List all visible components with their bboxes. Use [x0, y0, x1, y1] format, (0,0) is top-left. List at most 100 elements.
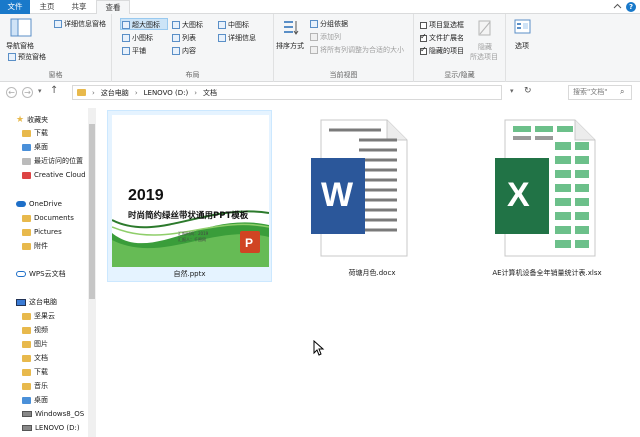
layout-label: 中图标	[228, 21, 249, 29]
details-pane-button[interactable]: 详细信息窗格	[54, 19, 106, 29]
star-icon: ★	[16, 115, 25, 125]
address-bar[interactable]: › 这台电脑 › LENOVO (D:) › 文档	[72, 85, 502, 100]
recent-dropdown-icon[interactable]: ▾	[38, 87, 42, 95]
forward-icon[interactable]: →	[22, 87, 33, 98]
nav-this-pc[interactable]: 这台电脑	[16, 296, 57, 308]
nav-scrollbar-thumb[interactable]	[89, 124, 95, 299]
chevron-up-icon[interactable]	[613, 2, 622, 11]
hide-selected-icon[interactable]	[478, 20, 492, 38]
tab-home[interactable]: 主页	[32, 0, 62, 14]
folder-icon	[77, 89, 86, 96]
nav-item-videos[interactable]: 视频	[22, 324, 48, 336]
layout-label: 平铺	[132, 47, 146, 55]
hide-selected-label-2: 所选项目	[470, 53, 498, 61]
layout-medium-icons[interactable]: 中图标	[218, 20, 249, 30]
tab-file[interactable]: 文件	[0, 0, 30, 14]
nav-label: 文档	[34, 354, 48, 362]
nav-pane-icon[interactable]	[10, 18, 32, 38]
help-icon[interactable]: ?	[626, 2, 636, 12]
address-dropdown-icon[interactable]: ▾	[510, 87, 514, 95]
nav-item-documents-pc[interactable]: 文档	[22, 352, 48, 364]
nav-quick-access[interactable]: ★ 收藏夹	[16, 114, 48, 126]
pptx-thumb-title: 时尚简约绿丝带状通用PPT模板	[128, 211, 249, 221]
nav-pane-button[interactable]: 导航窗格	[6, 41, 34, 51]
layout-large-icons[interactable]: 大图标	[172, 20, 203, 30]
drive-icon	[22, 411, 32, 417]
layout-details[interactable]: 详细信息	[218, 33, 256, 43]
layout-label: 内容	[182, 47, 196, 55]
file-item-pptx[interactable]: P 2019 时尚简约绿丝带状通用PPT模板 汇报时间：2019 汇报人：千图网…	[107, 110, 272, 282]
nav-item-desktop-pc[interactable]: 桌面	[22, 394, 48, 406]
nav-wps-cloud[interactable]: WPS云文档	[16, 268, 66, 280]
pptx-thumb-year: 2019	[128, 187, 164, 204]
up-arrow-icon[interactable]: ↑	[50, 85, 58, 96]
item-checkboxes-toggle[interactable]: 项目复选框	[420, 20, 464, 30]
nav-item-recent[interactable]: 最近访问的位置	[22, 155, 83, 167]
pictures-folder-icon	[22, 340, 31, 348]
nav-item-downloads[interactable]: 下载	[22, 127, 48, 139]
breadcrumb-documents[interactable]: 文档	[203, 88, 217, 98]
ribbon-group-show-hide: 项目复选框 文件扩展名 隐藏的项目 隐藏 所选项目 显示/隐藏	[414, 14, 506, 82]
layout-tiles[interactable]: 平铺	[122, 46, 146, 56]
folder-icon	[22, 242, 31, 250]
nav-item-downloads-pc[interactable]: 下载	[22, 366, 48, 378]
nav-item-attachments[interactable]: 附件	[22, 240, 48, 252]
details-pane-label: 详细信息窗格	[64, 20, 106, 28]
mouse-cursor-icon	[313, 340, 325, 356]
sort-by-button[interactable]: 排序方式	[276, 41, 304, 51]
download-folder-icon	[22, 368, 31, 376]
layout-label: 列表	[182, 34, 196, 42]
nav-label: 音乐	[34, 382, 48, 390]
nav-item-pictures[interactable]: Pictures	[22, 226, 62, 238]
nav-item-pictures-pc[interactable]: 图片	[22, 338, 48, 350]
breadcrumb-drive[interactable]: LENOVO (D:)	[144, 89, 189, 97]
ribbon-tab-bar: 文件 主页 共享 查看 ?	[0, 0, 640, 15]
file-item-docx[interactable]: W 荷塘月色.docx	[297, 114, 447, 282]
sort-by-icon[interactable]	[282, 18, 302, 40]
nav-item-creative-cloud[interactable]: Creative Cloud	[22, 169, 86, 181]
nav-label: WPS云文档	[29, 270, 66, 278]
file-item-xlsx[interactable]: X AE计算机设备全年销量统计表.xlsx	[467, 114, 627, 282]
layout-list[interactable]: 列表	[172, 33, 196, 43]
tab-view[interactable]: 查看	[96, 0, 130, 15]
search-icon[interactable]: ⌕	[620, 87, 624, 97]
options-icon[interactable]	[514, 18, 532, 38]
file-name: 自然.pptx	[173, 270, 206, 278]
layout-small-icons[interactable]: 小图标	[122, 33, 153, 43]
recent-places-icon	[22, 157, 31, 165]
refresh-icon[interactable]: ↻	[524, 86, 532, 96]
nav-item-windows-drive[interactable]: Windows8_OS	[22, 408, 84, 420]
options-button[interactable]: 选项	[515, 41, 529, 51]
nav-label: 最近访问的位置	[34, 157, 83, 165]
file-extensions-toggle[interactable]: 文件扩展名	[420, 32, 464, 43]
group-by-label: 分组依据	[320, 20, 348, 28]
tab-share[interactable]: 共享	[64, 0, 94, 14]
item-checkboxes-label: 项目复选框	[429, 21, 464, 29]
nav-item-lenovo-drive[interactable]: LENOVO (D:)	[22, 422, 80, 434]
onedrive-cloud-icon	[16, 201, 26, 207]
layout-extra-large-icons[interactable]: 超大图标	[122, 20, 160, 30]
layout-label: 小图标	[132, 34, 153, 42]
hidden-items-toggle[interactable]: 隐藏的项目	[420, 45, 464, 56]
layout-icon	[218, 21, 226, 29]
group-by-button[interactable]: 分组依据	[310, 19, 348, 29]
breadcrumb-this-pc[interactable]: 这台电脑	[101, 88, 129, 98]
nav-item-documents[interactable]: Documents	[22, 212, 74, 224]
nav-onedrive[interactable]: OneDrive	[16, 198, 62, 210]
nav-label: LENOVO (D:)	[35, 424, 80, 432]
nav-item-jianguoyun[interactable]: 坚果云	[22, 310, 55, 322]
back-icon[interactable]: ←	[6, 87, 17, 98]
fit-columns-label: 将所有列调整为合适的大小	[320, 46, 404, 54]
preview-pane-button[interactable]: 预览窗格	[8, 52, 46, 62]
documents-folder-icon	[22, 354, 31, 362]
add-columns-button[interactable]: 添加列	[310, 32, 341, 42]
ribbon-group-pane: 导航窗格 预览窗格 详细信息窗格 窗格	[0, 14, 112, 82]
nav-label: 坚果云	[34, 312, 55, 320]
nav-label: 下载	[34, 368, 48, 376]
nav-item-desktop[interactable]: 桌面	[22, 141, 48, 153]
nav-item-music[interactable]: 音乐	[22, 380, 48, 392]
fit-columns-button[interactable]: 将所有列调整为合适的大小	[310, 45, 404, 55]
ribbon-group-layout: 超大图标 大图标 中图标 小图标 列表 详细信息 平铺 内容 布局	[112, 14, 274, 82]
nav-label: 收藏夹	[27, 116, 49, 124]
layout-content[interactable]: 内容	[172, 46, 196, 56]
